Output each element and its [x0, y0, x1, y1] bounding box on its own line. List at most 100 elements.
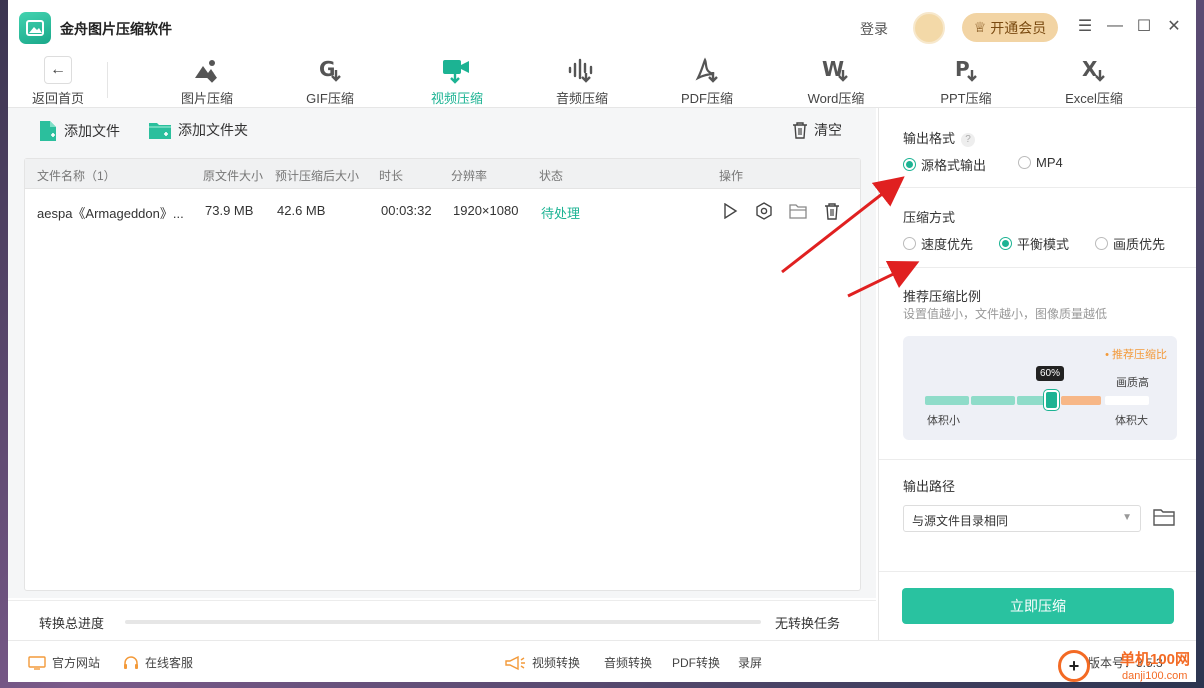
vip-label: 开通会员 [990, 19, 1047, 36]
delete-icon[interactable] [821, 200, 843, 222]
watermark-text: 单机100网 [1120, 651, 1191, 668]
video-icon [412, 54, 502, 88]
header-duration: 时长 [379, 169, 404, 183]
radio-dot [903, 158, 916, 171]
radio-source-format[interactable]: 源格式输出 [903, 155, 986, 174]
tab-ppt-compress[interactable]: P PPT压缩 [921, 54, 1011, 107]
folder-icon[interactable] [787, 200, 809, 222]
watermark-url: danji100.com [1122, 670, 1188, 682]
back-home-button[interactable]: ← 返回首页 [28, 56, 88, 107]
toolbar: ← 返回首页 图片压缩 G GIF压缩 视频压缩 音频压缩 PDF压缩 W Wo… [8, 54, 1196, 108]
header-est-size: 预计压缩后大小 [275, 169, 360, 183]
megaphone-icon [505, 655, 525, 670]
browse-folder-icon[interactable] [1153, 508, 1177, 530]
radio-label: 画质优先 [1113, 237, 1166, 252]
audio-convert-link[interactable]: 音频转换 [604, 654, 652, 671]
slider-segment[interactable] [925, 396, 969, 405]
slider-segment[interactable] [1061, 396, 1101, 405]
video-convert-link[interactable]: 视频转换 [504, 654, 580, 671]
recommend-label: • 推荐压缩比 [1105, 349, 1167, 361]
output-path-value: 与源文件目录相同 [912, 514, 1009, 528]
settings-panel: 输出格式? 源格式输出 MP4 压缩方式 速度优先 平衡模式 画质优先 推荐压缩… [878, 108, 1196, 640]
minimize-icon[interactable]: — [1104, 15, 1126, 37]
tab-label: Word压缩 [807, 91, 865, 106]
total-progress: 转换总进度 无转换任务 [8, 600, 876, 640]
tab-label: GIF压缩 [306, 91, 354, 106]
file-panel: 添加文件 添加文件夹 清空 文件名称（1） 原文件大小 预计压缩后大小 时长 分… [8, 108, 876, 598]
trash-icon [793, 122, 807, 139]
online-support-link[interactable]: 在线客服 [123, 654, 193, 671]
svg-text:P: P [955, 57, 970, 81]
start-compress-button[interactable]: 立即压缩 [902, 588, 1174, 624]
tab-pdf-compress[interactable]: PDF压缩 [662, 54, 752, 107]
close-icon[interactable]: ✕ [1163, 15, 1185, 37]
ppt-icon: P [921, 54, 1011, 88]
tab-image-compress[interactable]: 图片压缩 [162, 54, 252, 107]
settings-icon[interactable] [753, 200, 775, 222]
output-format-section: 输出格式? 源格式输出 MP4 [879, 108, 1196, 188]
avatar[interactable] [913, 12, 945, 44]
clear-button[interactable]: 清空 [792, 120, 842, 140]
radio-dot [999, 237, 1012, 250]
crown-icon: ♕ [973, 19, 987, 35]
app-logo-icon [19, 12, 51, 44]
tab-label: PPT压缩 [940, 91, 992, 106]
website-label: 官方网站 [52, 656, 101, 670]
progress-bar [125, 620, 761, 624]
watermark: + 单机100网 danji100.com [1058, 646, 1198, 688]
play-icon[interactable] [719, 200, 741, 222]
table-row[interactable]: aespa《Armageddon》... 73.9 MB 42.6 MB 00:… [25, 189, 860, 233]
large-size-label: 体积大 [1115, 415, 1148, 427]
app-window: 金舟图片压缩软件 登录 ♕ 开通会员 ☰ — ☐ ✕ ← 返回首页 图片压缩 G… [8, 0, 1196, 682]
help-icon[interactable]: ? [961, 132, 976, 147]
clear-label: 清空 [814, 122, 842, 138]
radio-label: MP4 [1036, 155, 1063, 170]
footer-link-label: 音频转换 [604, 656, 653, 670]
tab-word-compress[interactable]: W Word压缩 [791, 54, 881, 107]
header-name: 文件名称（1） [37, 169, 116, 183]
tab-label: 音频压缩 [555, 91, 608, 106]
ratio-title: 推荐压缩比例 [903, 289, 982, 304]
add-file-button[interactable]: 添加文件 [38, 120, 120, 142]
chevron-down-icon: ▼ [1122, 512, 1132, 523]
excel-icon: X [1049, 54, 1139, 88]
slider-segment[interactable] [1105, 396, 1149, 405]
add-file-label: 添加文件 [64, 123, 120, 139]
slider-value-tooltip: 60% [1036, 366, 1065, 381]
radio-mp4[interactable]: MP4 [1018, 155, 1063, 170]
add-folder-button[interactable]: 添加文件夹 [148, 120, 248, 140]
duration: 00:03:32 [381, 203, 432, 218]
file-add-icon [40, 121, 56, 141]
official-website-link[interactable]: 官方网站 [28, 654, 100, 671]
output-path-select[interactable]: 与源文件目录相同 ▼ [903, 505, 1141, 532]
footer-link-label: PDF转换 [672, 656, 721, 670]
tab-gif-compress[interactable]: G GIF压缩 [285, 54, 375, 107]
header-resolution: 分辨率 [451, 169, 488, 183]
vip-button[interactable]: ♕ 开通会员 [962, 13, 1058, 42]
slider-handle[interactable] [1044, 390, 1059, 410]
gif-icon: G [285, 54, 375, 88]
add-folder-label: 添加文件夹 [178, 122, 248, 138]
menu-icon[interactable]: ☰ [1074, 15, 1096, 37]
screen-record-link[interactable]: 录屏 [738, 654, 762, 671]
tab-video-compress[interactable]: 视频压缩 [412, 54, 502, 107]
header-orig-size: 原文件大小 [203, 169, 264, 183]
header-ops: 操作 [719, 169, 744, 183]
folder-add-icon [149, 123, 171, 139]
title-bar: 金舟图片压缩软件 登录 ♕ 开通会员 ☰ — ☐ ✕ [8, 0, 1196, 54]
login-link[interactable]: 登录 [860, 19, 888, 39]
pdf-convert-link[interactable]: PDF转换 [672, 654, 720, 671]
slider-segment[interactable] [971, 396, 1015, 405]
pdf-icon [662, 54, 752, 88]
word-icon: W [791, 54, 881, 88]
radio-quality-first[interactable]: 画质优先 [1095, 234, 1165, 253]
compress-mode-title: 压缩方式 [903, 210, 956, 225]
ratio-description: 设置值越小，文件越小，图像质量越低 [903, 307, 1108, 321]
tab-excel-compress[interactable]: X Excel压缩 [1049, 54, 1139, 107]
output-format-label: 输出格式 [903, 131, 956, 146]
maximize-icon[interactable]: ☐ [1133, 15, 1155, 37]
radio-balanced[interactable]: 平衡模式 [999, 234, 1069, 253]
tab-label: 图片压缩 [180, 91, 233, 106]
tab-audio-compress[interactable]: 音频压缩 [537, 54, 627, 107]
radio-speed-first[interactable]: 速度优先 [903, 234, 973, 253]
